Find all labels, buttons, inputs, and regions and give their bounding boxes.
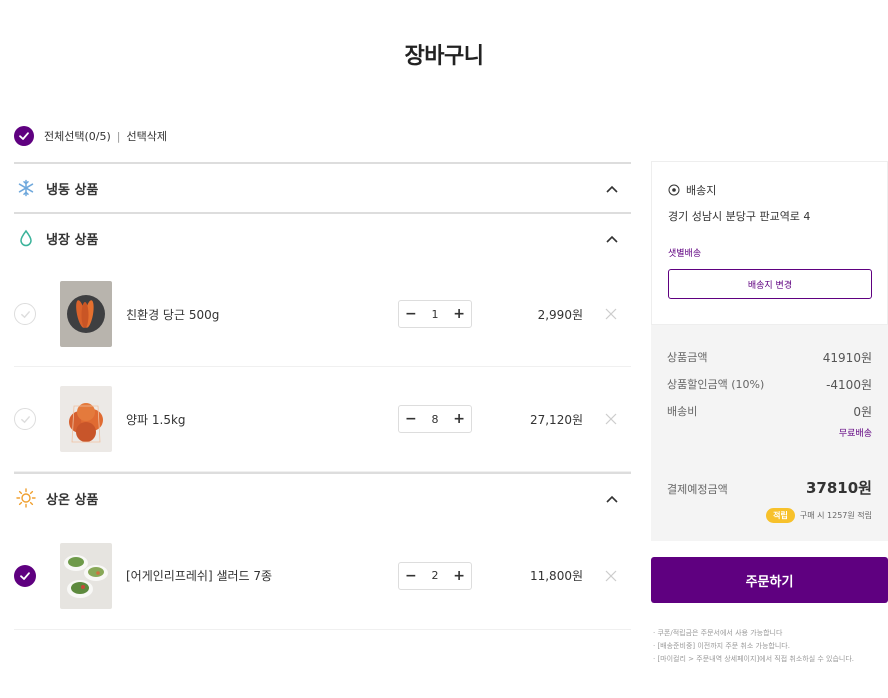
close-icon[interactable] [605,570,617,582]
category-label: 냉동 상품 [46,182,99,198]
check-icon [20,571,30,580]
product-image-carrot[interactable] [60,281,112,347]
decrease-button[interactable]: − [405,568,417,584]
product-name[interactable]: 양파 1.5kg [126,411,186,428]
order-notes: · 쿠폰/적립금은 주문서에서 사용 가능합니다 · [배송준비중] 이전까지 … [651,627,888,666]
total-label: 결제예정금액 [667,483,728,496]
category-room-temperature[interactable]: 상온 상품 [14,472,631,522]
chevron-up-icon[interactable] [605,492,619,506]
snowflake-icon [16,178,36,198]
price-summary: 상품금액 41910원 상품할인금액 (10%) -4100원 배송비 0원 무… [651,325,888,541]
check-icon [19,132,29,140]
note-item: · [배송준비중] 이전까지 주문 취소 가능합니다. [653,642,790,650]
shipping-value: 0원 [853,405,872,419]
product-amount-row: 상품금액 41910원 [667,349,872,366]
water-drop-icon [16,228,36,248]
shipping-label: 배송비 [667,405,698,418]
item-price: 27,120원 [529,412,583,427]
decrease-button[interactable]: − [405,411,417,427]
note-item: · [마이컬리 > 주문내역 상세페이지]에서 직접 취소하실 수 있습니다. [653,655,855,663]
increase-button[interactable]: + [453,568,465,584]
chevron-up-icon[interactable] [605,232,619,246]
product-name[interactable]: [어게인리프레쉬] 샐러드 7종 [126,567,272,584]
sun-icon [16,488,36,508]
cart-item: 친환경 당근 500g − 1 + 2,990원 [14,262,631,367]
check-icon [20,310,30,318]
delivery-type: 샛별배송 [668,249,702,259]
item-checkbox[interactable] [14,408,36,430]
check-icon [20,415,30,423]
divider: | [116,129,121,143]
select-all-checkbox[interactable] [14,126,34,146]
cart-list: 냉동 상품 냉장 상품 친환경 당근 500g − 1 + 2,990원 양파 … [14,162,631,630]
item-price: 2,990원 [537,307,583,322]
category-refrigerated[interactable]: 냉장 상품 [14,212,631,262]
increase-button[interactable]: + [453,306,465,322]
discount-row: 상품할인금액 (10%) -4100원 [667,376,872,393]
total-row: 결제예정금액 37810원 [667,477,872,498]
delivery-heading-label: 배송지 [686,184,717,197]
quantity-value: 8 [431,412,439,426]
cart-item: [어게인리프레쉬] 샐러드 7종 − 2 + 11,800원 [14,522,631,630]
category-label: 상온 상품 [46,492,99,508]
discount-label: 상품할인금액 (10%) [667,378,765,391]
order-sidebar: 배송지 경기 성남시 분당구 판교역로 4 샛별배송 배송지 변경 상품금액 4… [651,161,888,666]
quantity-stepper: − 2 + [398,561,472,590]
close-icon[interactable] [605,308,617,320]
delivery-address-box: 배송지 경기 성남시 분당구 판교역로 4 샛별배송 배송지 변경 [651,161,888,325]
quantity-stepper: − 1 + [398,300,472,328]
quantity-value: 2 [431,569,439,582]
product-name[interactable]: 친환경 당근 500g [126,306,219,323]
close-icon[interactable] [605,413,617,425]
product-amount-label: 상품금액 [667,351,708,364]
note-item: · 쿠폰/적립금은 주문서에서 사용 가능합니다 [653,629,783,637]
category-label: 냉장 상품 [46,232,99,248]
free-shipping-note: 무료배송 [838,429,872,439]
location-pin-icon [668,184,680,196]
discount-value: -4100원 [826,378,872,392]
delivery-heading: 배송지 [668,182,871,198]
page-title: 장바구니 [404,44,484,69]
item-checkbox[interactable] [14,303,36,325]
product-image-salad[interactable] [60,542,112,609]
change-address-button[interactable]: 배송지 변경 [668,269,872,299]
total-value: 37810원 [806,479,872,497]
item-checkbox[interactable] [14,564,36,587]
select-all-label[interactable]: 전체선택(0/5) [44,128,111,144]
product-image-onion[interactable] [60,386,112,452]
delivery-address: 경기 성남시 분당구 판교역로 4 [668,210,811,223]
product-amount-value: 41910원 [822,351,872,365]
order-button[interactable]: 주문하기 [651,557,888,603]
cart-item: 양파 1.5kg − 8 + 27,120원 [14,367,631,472]
decrease-button[interactable]: − [405,306,417,322]
quantity-stepper: − 8 + [398,405,472,433]
chevron-up-icon[interactable] [605,182,619,196]
delete-selected-button[interactable]: 선택삭제 [127,128,167,144]
reward-badge: 적립 [766,508,795,523]
quantity-value: 1 [431,307,439,321]
reward-info: 적립 구매 시 1257원 적립 [667,508,872,523]
category-frozen[interactable]: 냉동 상품 [14,162,631,212]
shipping-row: 배송비 0원 [667,403,872,420]
reward-text: 구매 시 1257원 적립 [799,511,872,520]
increase-button[interactable]: + [453,411,465,427]
item-price: 11,800원 [529,569,583,583]
select-all-row: 전체선택(0/5) | 선택삭제 [14,126,167,146]
